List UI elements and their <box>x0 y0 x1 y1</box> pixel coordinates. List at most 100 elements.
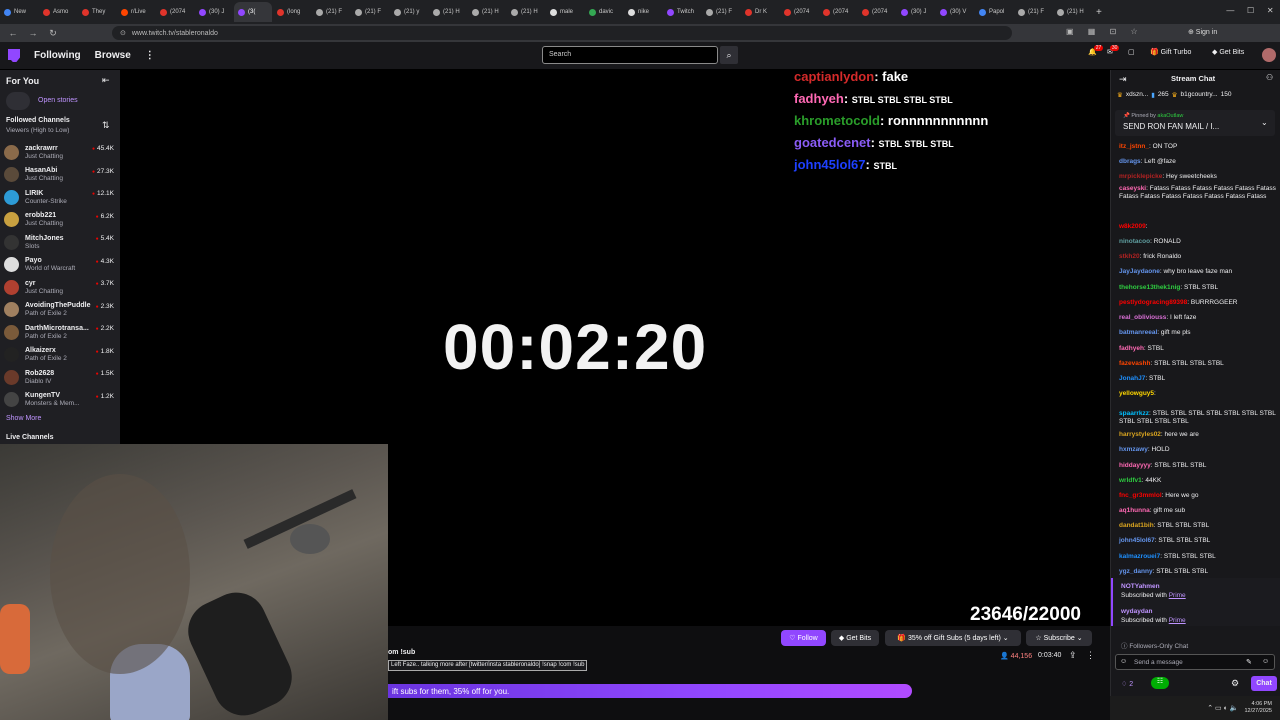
sidebar-channel[interactable]: MitchJonesSlots 5.4K <box>4 232 116 252</box>
chat-message[interactable]: batmanreeal: gift me pls <box>1119 329 1277 337</box>
chat-send-button[interactable]: Chat <box>1251 676 1277 691</box>
browser-tab[interactable]: (30) V <box>936 2 974 22</box>
chat-username[interactable]: dandat1bih <box>1119 522 1154 529</box>
sidebar-channel[interactable]: PayoWorld of Warcraft 4.3K <box>4 255 116 275</box>
chat-username[interactable]: JayJaydaone <box>1119 268 1160 275</box>
sidebar-channel[interactable]: Rob2628Diablo IV 1.5K <box>4 367 116 387</box>
collapse-chat-icon[interactable]: ⇥ <box>1119 74 1127 85</box>
browser-tab[interactable]: (2074 <box>156 2 194 22</box>
chat-message[interactable]: ygz_danny: STBL STBL STBL <box>1119 568 1277 576</box>
browser-tab[interactable]: Twitch <box>663 2 701 22</box>
show-more-link[interactable]: Show More <box>6 415 41 422</box>
chat-message[interactable]: fadhyeh: STBL <box>1119 345 1277 353</box>
stream-tags[interactable]: Left Faze.. talking more after [twitter/… <box>388 660 588 671</box>
back-icon[interactable]: ← <box>6 26 20 40</box>
notifications-icon[interactable]: 🔔 27 <box>1088 45 1104 56</box>
chat-username[interactable]: mrpicklepicke <box>1119 173 1162 180</box>
chat-username[interactable]: hiddayyyy <box>1119 462 1151 469</box>
chat-message[interactable]: thehorse13thek1nig: STBL STBL <box>1119 284 1277 292</box>
nav-following[interactable]: Following <box>34 50 81 61</box>
extension-icons[interactable]: ▣ ▦ ⊡ ☆ <box>1066 27 1144 36</box>
sidebar-channel[interactable]: KungenTVMonsters & Mem... 1.2K <box>4 390 116 410</box>
browser-tab[interactable]: Dr K <box>741 2 779 22</box>
chat-message[interactable]: pestlydogracing89398: BURRRGGEER <box>1119 299 1277 307</box>
search-input[interactable]: Search <box>542 46 718 64</box>
maximize-icon[interactable]: ☐ <box>1247 6 1254 15</box>
chat-message[interactable]: john45lol67: STBL STBL STBL <box>1119 537 1277 545</box>
chat-input[interactable]: ☺ Send a message ✎ ☺ <box>1115 654 1275 670</box>
browser-tab[interactable]: Asmo <box>39 2 77 22</box>
browser-tab[interactable]: davic <box>585 2 623 22</box>
stories-avatar[interactable] <box>6 92 30 110</box>
open-stories-link[interactable]: Open stories <box>38 97 78 104</box>
chat-message[interactable]: aq1hunna: gift me sub <box>1119 507 1277 515</box>
clock[interactable]: 4:06 PM 12/27/2025 <box>1244 701 1272 715</box>
sign-in-button[interactable]: ⊕ Sign in <box>1188 28 1217 36</box>
reload-icon[interactable]: ↻ <box>46 26 60 40</box>
chat-message[interactable]: wrldfv1: 44KK <box>1119 477 1277 485</box>
chat-message[interactable]: fnc_gr3mmlol: Here we go <box>1119 492 1277 500</box>
window-controls[interactable]: — ☐ ✕ <box>1220 6 1280 15</box>
subscribe-button[interactable]: ☆ Subscribe ⌄ <box>1026 630 1092 646</box>
browser-tab[interactable]: male <box>546 2 584 22</box>
browser-tab[interactable]: (21) H <box>1053 2 1091 22</box>
chat-username[interactable]: real_obliviouss <box>1119 314 1166 321</box>
browser-tab[interactable]: r/Live <box>117 2 155 22</box>
sub-user[interactable]: NOTYahmen <box>1121 582 1186 591</box>
share-icon[interactable]: ⇪ <box>1069 650 1077 661</box>
chat-message[interactable]: stkh20: frick Ronaldo <box>1119 253 1277 261</box>
browser-tab[interactable]: (long <box>273 2 311 22</box>
inbox-icon[interactable]: ✉ 30 <box>1107 45 1120 56</box>
chat-message[interactable]: fazevashh: STBL STBL STBL STBL <box>1119 360 1277 368</box>
search-icon[interactable]: ⌕ <box>720 46 738 64</box>
browser-tab[interactable]: (2074 <box>780 2 818 22</box>
gift-turbo-button[interactable]: 🎁 Gift Turbo <box>1150 48 1191 57</box>
chat-username[interactable]: harrystyles02 <box>1119 431 1161 438</box>
gift-subs-button[interactable]: 🎁 35% off Gift Subs (5 days left) ⌄ <box>885 630 1021 646</box>
pinned-chevron-icon[interactable]: ⌄ <box>1261 118 1268 127</box>
tray-icons[interactable]: ⌃ ▭ ◐ 🔈 <box>1207 704 1238 712</box>
chat-username[interactable]: batmanreeal <box>1119 329 1157 336</box>
avatar[interactable] <box>1262 48 1276 62</box>
chat-username[interactable]: stkh20 <box>1119 253 1140 260</box>
chat-message[interactable]: ninotacoo: RONALD <box>1119 238 1277 246</box>
chat-message[interactable]: JayJaydaone: why bro leave faze man <box>1119 268 1277 276</box>
chat-username[interactable]: fazevashh <box>1119 360 1150 367</box>
browser-tab[interactable]: (2074 <box>858 2 896 22</box>
smile-icon[interactable]: ☺ <box>1262 658 1269 665</box>
chat-message[interactable]: yellowguy5: <box>1119 390 1277 398</box>
gift-sub-banner[interactable]: ift subs for them, 35% off for you. <box>388 684 912 698</box>
chat-message[interactable]: caseyski: Fatass Fatass Fatass Fatass Fa… <box>1119 185 1277 201</box>
emote-picker-icon[interactable]: ☺ <box>1120 658 1127 665</box>
follow-button[interactable]: ♡ Follow <box>781 630 826 646</box>
close-icon[interactable]: ✕ <box>1267 6 1274 15</box>
chat-message[interactable]: kalmazrouei7: STBL STBL STBL <box>1119 553 1277 561</box>
forward-icon[interactable]: → <box>26 26 40 40</box>
browser-tab[interactable]: (21) F <box>702 2 740 22</box>
bits-input-icon[interactable]: ✎ <box>1246 658 1252 666</box>
chat-username[interactable]: aq1hunna <box>1119 507 1150 514</box>
sub-user[interactable]: wydaydan <box>1121 607 1186 616</box>
hype-icon[interactable]: ☷ <box>1151 677 1169 689</box>
get-bits-below-button[interactable]: ◆ Get Bits <box>831 630 879 646</box>
sidebar-channel[interactable]: AlkaizerxPath of Exile 2 1.8K <box>4 345 116 365</box>
chat-username[interactable]: ninotacoo <box>1119 238 1150 245</box>
get-bits-button[interactable]: ◆ Get Bits <box>1212 48 1244 57</box>
browser-tab[interactable]: (21) F <box>351 2 389 22</box>
prime-link[interactable]: Prime <box>1169 617 1186 624</box>
nav-browse[interactable]: Browse <box>95 50 131 61</box>
chat-message[interactable]: spaarrkzz: STBL STBL STBL STBL STBL STBL… <box>1119 410 1277 426</box>
browser-tab[interactable]: (21) H <box>507 2 545 22</box>
chat-username[interactable]: wrldfv1 <box>1119 477 1142 484</box>
chat-username[interactable]: ygz_danny <box>1119 568 1153 575</box>
browser-tab[interactable]: (30) J <box>195 2 233 22</box>
sidebar-channel[interactable]: cyrJust Chatting 3.7K <box>4 277 116 297</box>
new-tab-icon[interactable]: + <box>1096 7 1102 18</box>
chat-username[interactable]: thehorse13thek1nig <box>1119 284 1180 291</box>
channel-points[interactable]: ♢ 2 <box>1121 680 1133 688</box>
chat-message[interactable]: w8k2009: <box>1119 223 1277 231</box>
chat-username[interactable]: JonahJ7 <box>1119 375 1145 382</box>
browser-tab[interactable]: (2074 <box>819 2 857 22</box>
browser-tab[interactable]: (30) J <box>897 2 935 22</box>
url-input[interactable]: ⊙ www.twitch.tv/stableronaldo <box>112 26 1012 40</box>
